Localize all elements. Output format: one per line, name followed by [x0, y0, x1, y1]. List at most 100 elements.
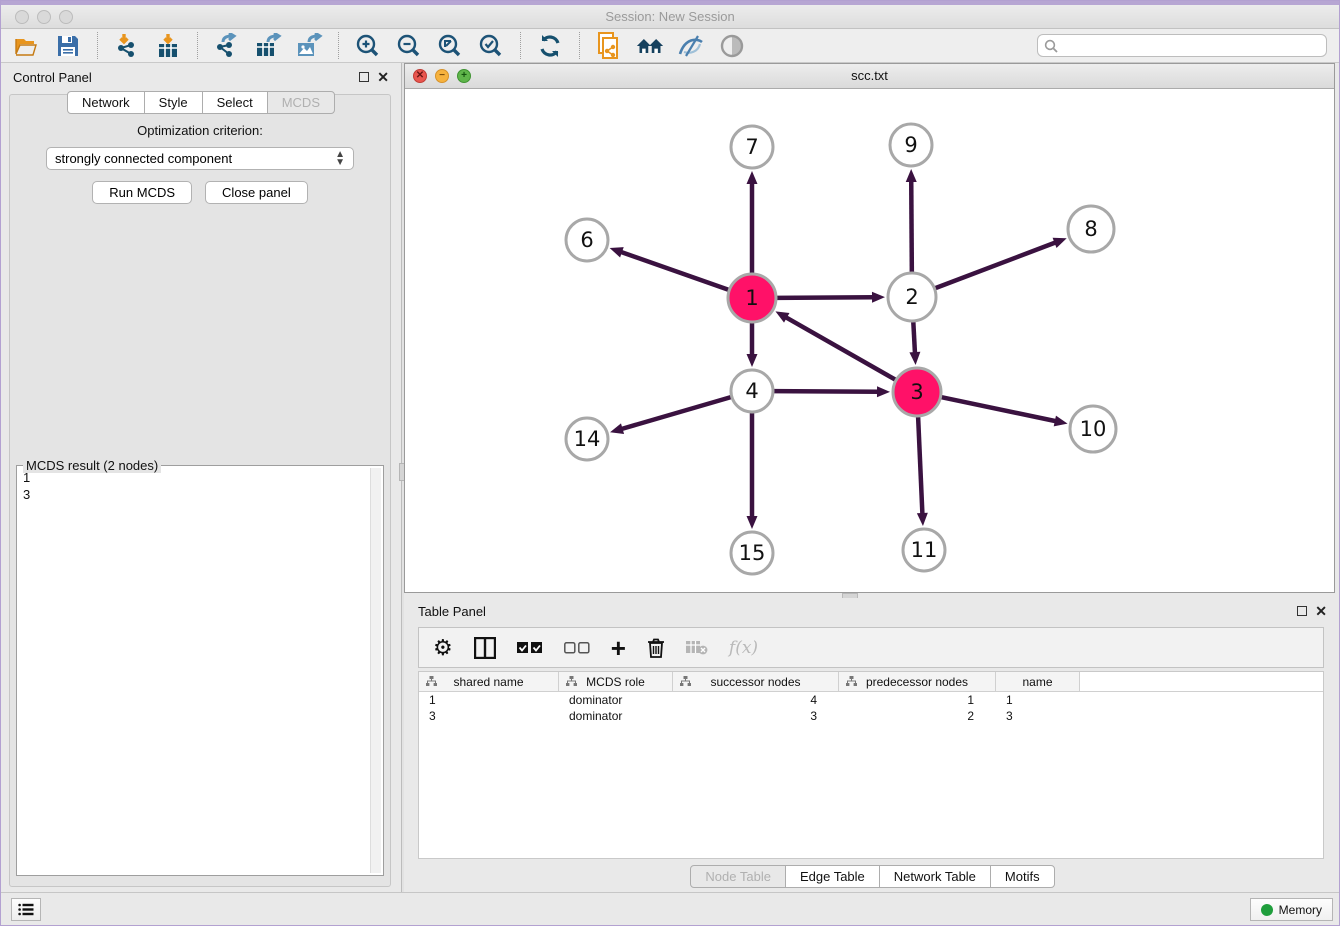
deselect-all-icon[interactable] [564, 635, 590, 661]
delete-table-icon[interactable] [686, 635, 708, 661]
tab-motifs[interactable]: Motifs [990, 865, 1055, 888]
hide-graphics-icon[interactable] [677, 32, 705, 60]
graph-edge-4-14[interactable] [621, 397, 731, 429]
table-panel-title: Table Panel [418, 604, 486, 619]
toolbar-separator [97, 32, 98, 59]
zoom-out-icon[interactable] [395, 32, 423, 60]
console-button[interactable] [11, 898, 41, 921]
network-window-titlebar[interactable]: ✕ − + scc.txt [405, 64, 1334, 89]
graph-edge-3-11[interactable] [918, 417, 922, 515]
mcds-panel: Optimization criterion: strongly connect… [9, 94, 391, 887]
table-header-row: shared nameMCDS rolesuccessor nodesprede… [419, 672, 1323, 692]
tab-node-table[interactable]: Node Table [690, 865, 786, 888]
column-header-MCDS-role[interactable]: MCDS role [559, 672, 673, 691]
network-overview-icon[interactable] [636, 32, 664, 60]
graph-edge-2-8[interactable] [935, 242, 1056, 288]
run-mcds-button[interactable]: Run MCDS [92, 181, 192, 204]
graph-edge-arrow [747, 354, 758, 367]
network-canvas[interactable]: 7968124314101511 [405, 89, 1334, 592]
mcds-result-text: 1 3 [23, 469, 369, 872]
column-header-name[interactable]: name [996, 672, 1080, 691]
clone-network-icon[interactable] [595, 32, 623, 60]
show-graphics-icon[interactable] [718, 32, 746, 60]
zoom-selected-icon[interactable] [477, 32, 505, 60]
status-bar: Memory [1, 892, 1340, 925]
graph-node-label: 9 [904, 133, 917, 157]
graph-edge-4-3[interactable] [774, 391, 879, 392]
table-cell[interactable]: 3 [996, 709, 1080, 723]
tab-network[interactable]: Network [67, 91, 145, 114]
export-network-icon[interactable] [213, 32, 241, 60]
column-header-predecessor-nodes[interactable]: predecessor nodes [839, 672, 996, 691]
graph-edge-3-1[interactable] [785, 317, 895, 380]
graph-edge-arrow [610, 423, 624, 434]
search-icon [1044, 39, 1058, 53]
table-cell[interactable]: 2 [839, 709, 996, 723]
optimization-criterion-select[interactable]: strongly connected component ▲▼ [46, 147, 354, 170]
graph-edge-1-6[interactable] [620, 252, 728, 290]
tab-mcds[interactable]: MCDS [267, 91, 335, 114]
float-panel-icon[interactable] [359, 72, 369, 82]
table-cell[interactable]: 4 [673, 693, 839, 707]
graph-edge-2-3[interactable] [913, 322, 915, 354]
network-graph[interactable]: 7968124314101511 [405, 89, 1334, 592]
graph-edge-arrow [610, 247, 624, 257]
graph-edge-arrow [872, 292, 885, 303]
open-session-icon[interactable] [13, 32, 41, 60]
table-panel: Table Panel ✕ ⚙ [404, 598, 1340, 894]
float-table-panel-icon[interactable] [1297, 606, 1307, 616]
memory-button[interactable]: Memory [1250, 898, 1333, 921]
zoom-fit-icon[interactable] [436, 32, 464, 60]
add-column-icon[interactable]: + [611, 635, 626, 661]
table-cell[interactable]: 3 [673, 709, 839, 723]
tab-edge-table[interactable]: Edge Table [785, 865, 880, 888]
column-header-shared-name[interactable]: shared name [419, 672, 559, 691]
table-cell[interactable]: dominator [559, 709, 673, 723]
table-cell[interactable]: 1 [839, 693, 996, 707]
export-table-icon[interactable] [254, 32, 282, 60]
search-input[interactable] [1062, 39, 1320, 53]
delete-column-icon[interactable] [647, 635, 665, 661]
memory-status-icon [1261, 904, 1273, 916]
table-row[interactable]: 3dominator323 [419, 708, 1323, 724]
close-panel-icon[interactable]: ✕ [377, 72, 389, 82]
tab-style[interactable]: Style [144, 91, 203, 114]
import-table-icon[interactable] [154, 32, 182, 60]
table-row[interactable]: 1dominator411 [419, 692, 1323, 708]
title-bar[interactable]: Session: New Session [1, 5, 1339, 29]
network-view-window: ✕ − + scc.txt 7968124314101511 [404, 63, 1335, 593]
close-table-panel-icon[interactable]: ✕ [1315, 606, 1327, 616]
refresh-icon[interactable] [536, 32, 564, 60]
tab-select[interactable]: Select [202, 91, 268, 114]
close-panel-button[interactable]: Close panel [205, 181, 308, 204]
graph-edge-2-9[interactable] [911, 180, 912, 272]
table-cell[interactable]: 1 [419, 693, 559, 707]
gear-icon[interactable]: ⚙ [433, 635, 453, 661]
table-cell[interactable]: 1 [996, 693, 1080, 707]
graph-node-label: 2 [905, 285, 918, 309]
columns-icon[interactable] [474, 635, 496, 661]
result-scrollbar[interactable] [370, 468, 381, 873]
export-image-icon[interactable] [295, 32, 323, 60]
tab-network-table[interactable]: Network Table [879, 865, 991, 888]
control-panel: Control Panel ✕ NetworkStyleSelectMCDS O… [1, 63, 401, 894]
graph-node-label: 11 [911, 538, 938, 562]
import-network-icon[interactable] [113, 32, 141, 60]
control-panel-title: Control Panel [13, 70, 92, 85]
select-all-icon[interactable] [517, 635, 543, 661]
table-toolbar: ⚙ + f [418, 627, 1324, 668]
table-cell[interactable]: dominator [559, 693, 673, 707]
select-stepper-icon: ▲▼ [335, 151, 345, 167]
zoom-in-icon[interactable] [354, 32, 382, 60]
function-builder-icon[interactable]: f(x) [729, 635, 758, 661]
save-session-icon[interactable] [54, 32, 82, 60]
graph-edge-3-10[interactable] [941, 397, 1056, 421]
graph-edge-arrow [747, 516, 758, 529]
table-cell[interactable]: 3 [419, 709, 559, 723]
graph-edge-1-2[interactable] [777, 297, 874, 298]
graph-node-label: 14 [574, 427, 601, 451]
column-header-successor-nodes[interactable]: successor nodes [673, 672, 839, 691]
table-body: 1dominator4113dominator323 [419, 692, 1323, 724]
application-window: Session: New Session [0, 0, 1340, 926]
graph-node-label: 4 [745, 379, 758, 403]
